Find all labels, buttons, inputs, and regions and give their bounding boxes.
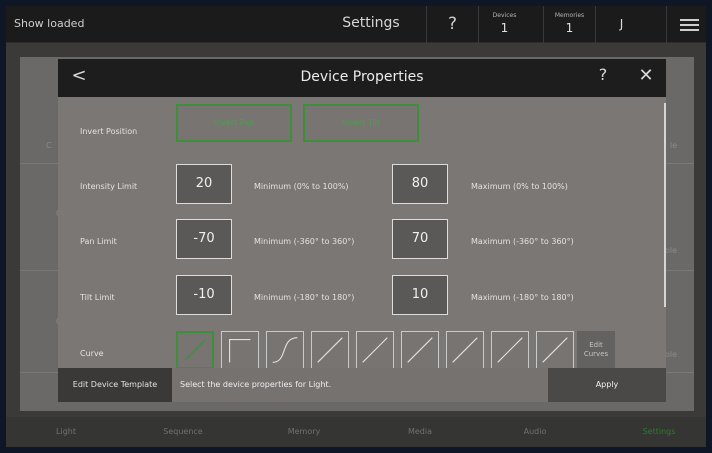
edit-curves-label: Curves [583, 350, 609, 358]
s-curve-icon [272, 337, 298, 363]
curve-preset-button[interactable] [491, 331, 529, 369]
tab-settings[interactable]: Settings [604, 417, 706, 447]
pan-min-range: Minimum (-360° to 360°) [254, 237, 355, 246]
background-text: C [46, 141, 52, 150]
tilt-min-field[interactable]: -10 [176, 275, 232, 315]
linear-curve-icon [542, 337, 568, 363]
intensity-limit-label: Intensity Limit [80, 182, 138, 191]
curve-snap-button[interactable] [221, 331, 259, 369]
tab-memory[interactable]: Memory [249, 417, 359, 447]
back-icon[interactable]: < [68, 65, 90, 89]
user-button[interactable]: J [595, 6, 647, 43]
tab-light[interactable]: Light [11, 417, 121, 447]
curve-preset-button[interactable] [311, 331, 349, 369]
curve-preset-button[interactable] [446, 331, 484, 369]
intensity-max-field[interactable]: 80 [392, 164, 448, 204]
footer-message: Select the device properties for Light. [172, 368, 548, 402]
background-text: ole [665, 246, 678, 255]
snap-curve-icon [229, 339, 251, 363]
show-status: Show loaded [14, 17, 85, 30]
memories-label: Memories [554, 12, 585, 19]
top-bar: Show loaded Settings ? Devices 1 Memorie… [6, 6, 706, 43]
tab-audio[interactable]: Audio [480, 417, 590, 447]
pan-max-field[interactable]: 70 [392, 219, 448, 259]
edit-curves-label: Edit [589, 341, 603, 349]
hamburger-icon [680, 19, 699, 31]
close-icon[interactable]: ✕ [634, 65, 658, 89]
app-window: Show loaded Settings ? Devices 1 Memorie… [6, 6, 706, 447]
invert-tilt-button[interactable]: Invert Tilt [303, 104, 419, 142]
pan-max-range: Maximum (-360° to 360°) [471, 237, 574, 246]
curve-preset-button[interactable] [401, 331, 439, 369]
dialog-scrollbar[interactable] [664, 103, 666, 307]
curve-s-button[interactable] [266, 331, 304, 369]
tab-sequence[interactable]: Sequence [128, 417, 238, 447]
dialog-help-icon[interactable]: ? [592, 65, 614, 89]
tilt-max-range: Maximum (-180° to 180°) [471, 293, 574, 302]
tilt-limit-label: Tilt Limit [80, 293, 115, 302]
tilt-min-range: Minimum (-180° to 180°) [254, 293, 355, 302]
help-button[interactable]: ? [426, 6, 478, 43]
dialog-title: Device Properties [300, 69, 424, 85]
tilt-max-field[interactable]: 10 [392, 275, 448, 315]
linear-curve-icon [184, 339, 206, 361]
invert-pan-button[interactable]: Invert Pan [176, 104, 292, 142]
devices-count: 1 [500, 21, 509, 35]
tab-media[interactable]: Media [365, 417, 475, 447]
linear-curve-icon [362, 337, 388, 363]
edit-curves-button[interactable]: Edit Curves [577, 331, 615, 369]
dialog-header: < Device Properties ? ✕ [58, 59, 666, 97]
linear-curve-icon [317, 337, 343, 363]
intensity-min-range: Minimum (0% to 100%) [254, 182, 349, 191]
curve-label: Curve [80, 349, 104, 358]
pan-limit-label: Pan Limit [80, 237, 117, 246]
curve-preset-button[interactable] [356, 331, 394, 369]
intensity-max-range: Maximum (0% to 100%) [471, 182, 568, 191]
invert-position-label: Invert Position [80, 127, 138, 136]
edit-device-template-button[interactable]: Edit Device Template [58, 368, 172, 402]
linear-curve-icon [497, 337, 523, 363]
memories-counter[interactable]: Memories 1 [543, 6, 595, 43]
menu-button[interactable] [666, 6, 706, 43]
device-properties-dialog: < Device Properties ? ✕ Invert Position … [58, 59, 666, 402]
linear-curve-icon [407, 337, 433, 363]
pan-min-field[interactable]: -70 [176, 219, 232, 259]
devices-label: Devices [492, 12, 517, 19]
memories-count: 1 [565, 21, 574, 35]
intensity-min-field[interactable]: 20 [176, 164, 232, 204]
background-text: le [670, 141, 678, 150]
dialog-footer: Edit Device Template Select the device p… [58, 368, 666, 402]
curve-linear-button[interactable] [176, 331, 214, 369]
page-title: Settings [342, 15, 400, 31]
curve-preset-button[interactable] [536, 331, 574, 369]
background-text: ole [665, 350, 678, 359]
apply-button[interactable]: Apply [548, 368, 666, 402]
devices-counter[interactable]: Devices 1 [478, 6, 530, 43]
linear-curve-icon [452, 337, 478, 363]
bottom-tab-bar: Light Sequence Memory Media Audio Settin… [6, 417, 706, 447]
